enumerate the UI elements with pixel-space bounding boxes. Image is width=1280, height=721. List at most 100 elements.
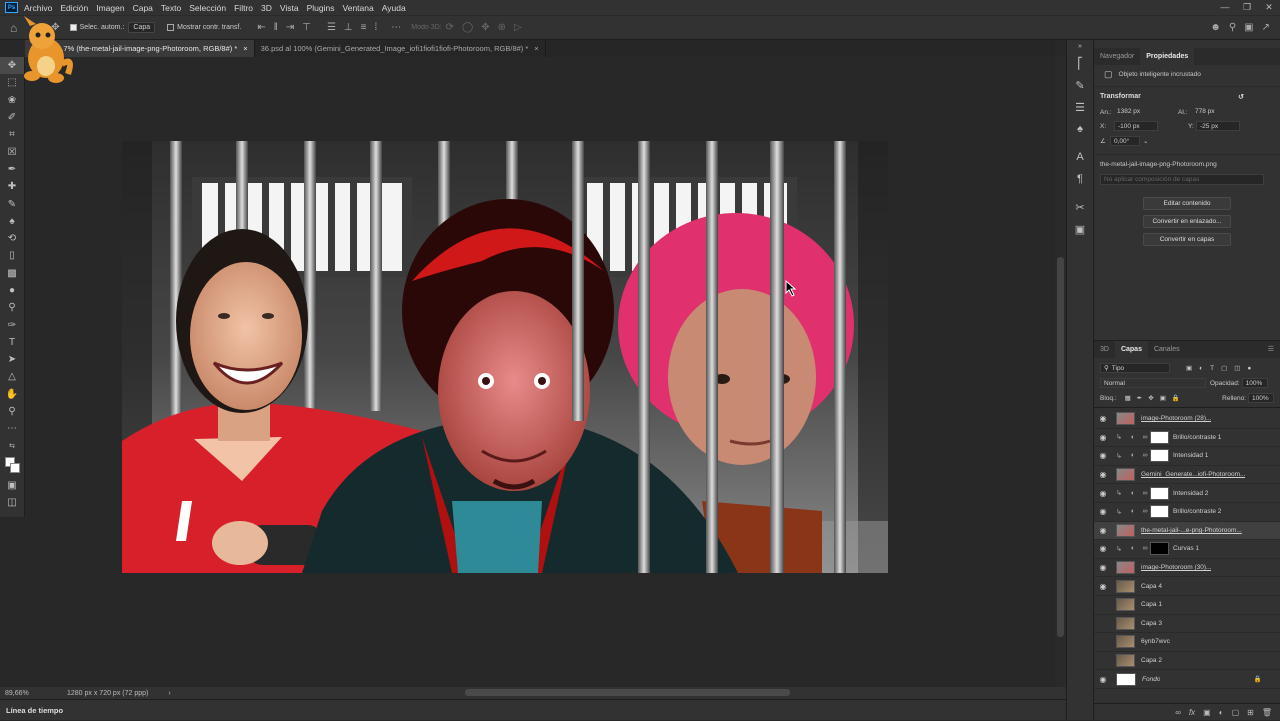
background-lock-icon[interactable]: 🔒: [1254, 675, 1262, 683]
align-bottom-icon[interactable]: ⊥: [344, 22, 353, 33]
slide-3d-icon[interactable]: ⊕: [498, 22, 506, 33]
layer-row[interactable]: ◉ ↳ ◐ ∞ Brillo/contraste 2: [1094, 503, 1280, 522]
frame-tool-icon[interactable]: ☒: [0, 143, 24, 160]
angle-dropdown-icon[interactable]: ⌄: [1143, 137, 1148, 145]
horizontal-scrollbar[interactable]: [465, 689, 790, 696]
layer-thumbnail[interactable]: [1116, 579, 1135, 593]
layer-thumbnail[interactable]: [1116, 412, 1135, 426]
mask-link-icon[interactable]: ∞: [1140, 434, 1150, 441]
paragraph-icon[interactable]: ¶: [1067, 168, 1093, 190]
layer-row[interactable]: ◉ Gemini_Generate...iofi-Photoroom...: [1094, 466, 1280, 485]
vertical-scrollbar[interactable]: [1055, 57, 1066, 687]
filter-pixel-icon[interactable]: ▣: [1186, 364, 1192, 372]
convert-layers-button[interactable]: Convertir en capas: [1143, 233, 1231, 246]
layer-row[interactable]: ◉ ↳ ◐ ∞ Curvas 1: [1094, 540, 1280, 559]
document-canvas-image[interactable]: [122, 141, 888, 573]
layer-row[interactable]: ◉ the-metal-jail-...e-png-Photoroom...: [1094, 521, 1280, 541]
align-hcenter-icon[interactable]: ‖: [274, 22, 278, 33]
stamp-tool-icon[interactable]: ♠: [0, 213, 24, 230]
layer-mask-thumbnail[interactable]: [1150, 449, 1169, 463]
gradient-tool-icon[interactable]: ▩: [0, 265, 24, 282]
layer-mask-thumbnail[interactable]: [1150, 505, 1169, 519]
layer-name[interactable]: image-Photoroom (28)...: [1141, 415, 1211, 422]
opacity-field[interactable]: 100%: [1241, 378, 1268, 388]
menu-ayuda[interactable]: Ayuda: [382, 3, 406, 13]
eyedropper-tool-icon[interactable]: ✒: [0, 161, 24, 178]
tab-propiedades[interactable]: Propiedades: [1140, 48, 1195, 65]
layer-mask-thumbnail[interactable]: [1150, 542, 1169, 556]
timeline-panel[interactable]: Línea de tiempo: [0, 699, 1094, 720]
new-adjustment-icon[interactable]: ◐: [1219, 708, 1224, 717]
visibility-eye-icon[interactable]: ◉: [1094, 675, 1112, 684]
layer-name[interactable]: 6ynb7wvc: [1141, 638, 1170, 645]
layer-name[interactable]: Intensidad 2: [1173, 490, 1208, 497]
distribute-icon[interactable]: ≡: [361, 22, 367, 33]
more-options-icon[interactable]: ⋯: [391, 22, 401, 33]
workspace-icon[interactable]: ▣: [1244, 22, 1253, 33]
filter-type-icon[interactable]: T: [1210, 365, 1214, 372]
mask-link-icon[interactable]: ∞: [1140, 452, 1150, 459]
layer-name[interactable]: image-Photoroom (30)...: [1141, 564, 1211, 571]
tab-canales[interactable]: Canales: [1148, 341, 1186, 358]
menu-imagen[interactable]: Imagen: [96, 3, 124, 13]
align-left-icon[interactable]: ⇤: [257, 22, 265, 33]
pan-3d-icon[interactable]: ✥: [481, 22, 489, 33]
layer-name[interactable]: Capa 3: [1141, 620, 1162, 627]
layer-thumbnail[interactable]: [1116, 598, 1135, 612]
layer-name[interactable]: Capa 4: [1141, 583, 1162, 590]
layer-row[interactable]: ◉ image-Photoroom (28)...: [1094, 410, 1280, 429]
menu-3d[interactable]: 3D: [261, 3, 272, 13]
blur-tool-icon[interactable]: ●: [0, 282, 24, 299]
quick-select-tool-icon[interactable]: ✐: [0, 109, 24, 126]
layer-row[interactable]: Capa 2: [1094, 652, 1280, 671]
layer-mask-thumbnail[interactable]: [1150, 430, 1169, 444]
layer-row[interactable]: Capa 1: [1094, 596, 1280, 615]
tools-icon[interactable]: ✂: [1067, 196, 1093, 218]
layer-name[interactable]: Curvas 1: [1173, 545, 1199, 552]
menu-ventana[interactable]: Ventana: [343, 3, 374, 13]
menu-texto[interactable]: Texto: [161, 3, 181, 13]
tab-3d[interactable]: 3D: [1094, 341, 1115, 358]
dodge-tool-icon[interactable]: ⚲: [0, 299, 24, 316]
layer-row[interactable]: ◉ ↳ ◐ ∞ Brillo/contraste 1: [1094, 429, 1280, 448]
lock-transparent-icon[interactable]: ▦: [1125, 394, 1131, 402]
tab-navegador[interactable]: Navegador: [1094, 48, 1140, 65]
search-icon[interactable]: ⚲: [1229, 22, 1236, 33]
color-swatches-icon[interactable]: [0, 455, 24, 477]
tab-36-psd[interactable]: 36.psd al 100% (Gemini_Generated_Image_i…: [255, 40, 546, 57]
layer-thumbnail[interactable]: [1116, 523, 1135, 537]
new-layer-icon[interactable]: ⊞: [1247, 708, 1254, 717]
menu-plugins[interactable]: Plugins: [307, 3, 335, 13]
menu-filtro[interactable]: Filtro: [234, 3, 253, 13]
panel-menu-icon[interactable]: ☰: [1262, 341, 1280, 358]
timeline-label[interactable]: Línea de tiempo: [6, 706, 63, 715]
fx-icon[interactable]: fx: [1189, 708, 1195, 717]
user-icon[interactable]: ☻: [1210, 22, 1221, 33]
layer-row[interactable]: ◉ ↳ ◐ ∞ Intensidad 1: [1094, 447, 1280, 466]
type-tool-icon[interactable]: T: [0, 334, 24, 351]
lock-pixels-icon[interactable]: ✒: [1137, 394, 1142, 402]
angle-field[interactable]: 0,00°: [1110, 136, 1140, 146]
scale-3d-icon[interactable]: ▷: [514, 22, 522, 33]
layer-comp-select[interactable]: No aplicar composición de capas: [1100, 174, 1264, 185]
brush-tool-icon[interactable]: ✎: [0, 195, 24, 212]
history-icon[interactable]: ⎡: [1067, 52, 1093, 74]
layer-row[interactable]: ◉ Capa 4: [1094, 577, 1280, 596]
y-field[interactable]: -25 px: [1196, 121, 1240, 131]
add-mask-icon[interactable]: ▣: [1203, 708, 1211, 717]
layer-row[interactable]: ◉ ↳ ◐ ∞ Intensidad 2: [1094, 484, 1280, 503]
home-icon[interactable]: ⌂: [10, 21, 17, 35]
clone-source-icon[interactable]: ♠: [1067, 118, 1093, 140]
lasso-tool-icon[interactable]: ❀: [0, 92, 24, 109]
layer-name[interactable]: the-metal-jail-...e-png-Photoroom...: [1141, 527, 1242, 534]
filter-smart-icon[interactable]: ◫: [1234, 364, 1240, 372]
menu-vista[interactable]: Vista: [280, 3, 299, 13]
reset-transform-icon[interactable]: ↺: [1238, 93, 1244, 101]
eraser-tool-icon[interactable]: ▯: [0, 247, 24, 264]
layer-row[interactable]: Capa 3: [1094, 615, 1280, 634]
align-right-icon[interactable]: ⇥: [286, 22, 294, 33]
visibility-eye-icon[interactable]: ◉: [1094, 507, 1112, 516]
align-vcenter-icon[interactable]: ☰: [327, 22, 336, 33]
layer-name[interactable]: Capa 2: [1141, 657, 1162, 664]
more-tools-icon[interactable]: ⋯: [0, 420, 24, 437]
